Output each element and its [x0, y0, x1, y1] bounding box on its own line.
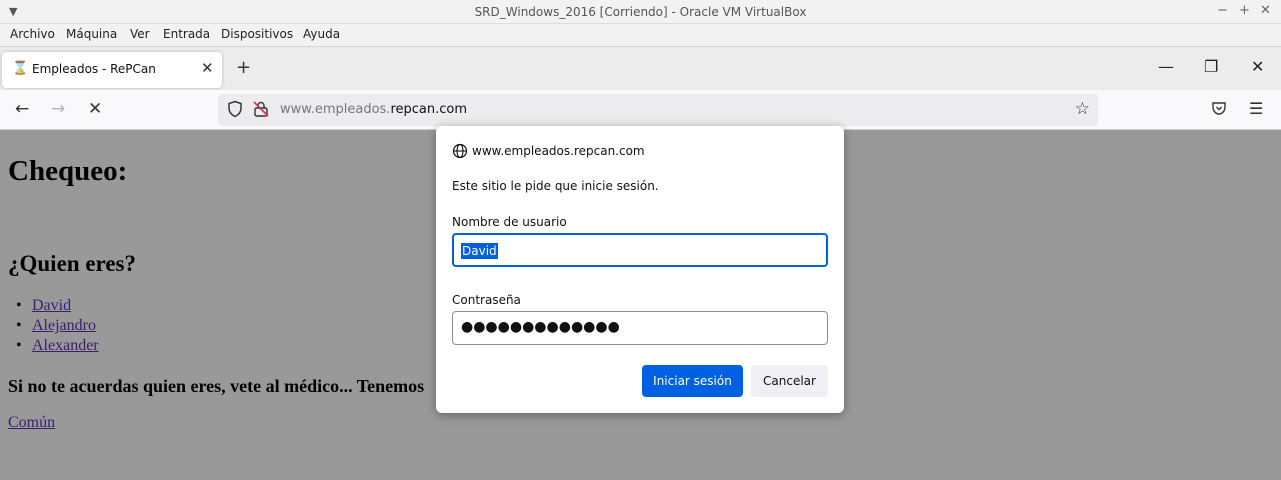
shield-icon[interactable]: [226, 100, 244, 118]
menu-ayuda[interactable]: Ayuda: [303, 27, 340, 41]
browser-minimize-icon[interactable]: —: [1158, 59, 1174, 75]
link-comun[interactable]: Común: [8, 414, 55, 432]
url-domain: repcan.com: [390, 102, 467, 117]
list-item: David: [16, 297, 99, 317]
dialog-message: Este sitio le pide que inicie sesión.: [452, 179, 659, 193]
back-icon[interactable]: ←: [15, 99, 29, 119]
menu-entrada[interactable]: Entrada: [163, 27, 210, 41]
username-field[interactable]: David: [452, 233, 828, 267]
user-list: David Alejandro Alexander: [16, 297, 99, 357]
forward-icon[interactable]: →: [51, 99, 65, 119]
username-value: David: [461, 243, 498, 259]
menu-dispositivos[interactable]: Dispositivos: [221, 27, 293, 41]
link-alexander[interactable]: Alexander: [32, 337, 99, 354]
hourglass-icon: ⌛: [12, 61, 29, 76]
password-mask: ●●●●●●●●●●●●●: [461, 319, 620, 335]
url-prefix: www.empleados.: [280, 102, 391, 117]
tab-title: Empleados - RePCan: [32, 62, 156, 76]
vbox-window-title: SRD_Windows_2016 [Corriendo] - Oracle VM…: [474, 5, 807, 19]
browser-nav-bar: ← → ✕ www.empleados.repcan.com ☆ ☰: [0, 90, 1281, 130]
tab-close-icon[interactable]: ✕: [201, 59, 214, 77]
vbox-menu-bar: Archivo Máquina Ver Entrada Dispositivos…: [0, 24, 1281, 46]
menu-archivo[interactable]: Archivo: [10, 27, 55, 41]
url-text[interactable]: www.empleados.repcan.com: [280, 102, 467, 117]
list-item: Alejandro: [16, 317, 99, 337]
menu-hamburger-icon[interactable]: ☰: [1249, 99, 1263, 118]
password-label: Contraseña: [452, 293, 521, 307]
vbox-minimize-icon[interactable]: −: [1217, 3, 1228, 18]
vbox-maximize-icon[interactable]: +: [1239, 3, 1250, 18]
vbox-title-bar: ▼ SRD_Windows_2016 [Corriendo] - Oracle …: [0, 0, 1281, 24]
page-note: Si no te acuerdas quien eres, vete al mé…: [8, 376, 425, 396]
dialog-host: www.empleados.repcan.com: [472, 144, 645, 158]
login-dialog: www.empleados.repcan.com Este sitio le p…: [436, 126, 844, 413]
url-bar[interactable]: www.empleados.repcan.com ☆: [218, 94, 1098, 126]
bookmark-star-icon[interactable]: ☆: [1075, 99, 1090, 119]
pocket-icon[interactable]: [1211, 100, 1227, 116]
link-alejandro[interactable]: Alejandro: [32, 317, 96, 334]
link-david[interactable]: David: [32, 297, 71, 314]
list-item: Alexander: [16, 337, 99, 357]
browser-tab[interactable]: ⌛ Empleados - RePCan ✕: [2, 52, 222, 88]
menu-maquina[interactable]: Máquina: [66, 27, 117, 41]
browser-tab-bar: ⌛ Empleados - RePCan ✕ + — ❐ ✕: [0, 46, 1281, 90]
password-field[interactable]: ●●●●●●●●●●●●●: [452, 311, 828, 345]
globe-icon: [452, 143, 468, 159]
insecure-lock-icon[interactable]: [252, 100, 270, 118]
vbox-close-icon[interactable]: ✕: [1260, 3, 1271, 18]
stop-icon[interactable]: ✕: [88, 99, 102, 119]
page-heading: Chequeo:: [8, 155, 128, 187]
cancel-button[interactable]: Cancelar: [751, 365, 828, 397]
browser-restore-icon[interactable]: ❐: [1204, 59, 1218, 75]
menu-ver[interactable]: Ver: [130, 27, 150, 41]
username-label: Nombre de usuario: [452, 215, 567, 229]
browser-close-icon[interactable]: ✕: [1251, 59, 1264, 75]
login-button[interactable]: Iniciar sesión: [642, 365, 743, 397]
new-tab-icon[interactable]: +: [236, 59, 251, 77]
page-subheading: ¿Quien eres?: [8, 251, 136, 276]
